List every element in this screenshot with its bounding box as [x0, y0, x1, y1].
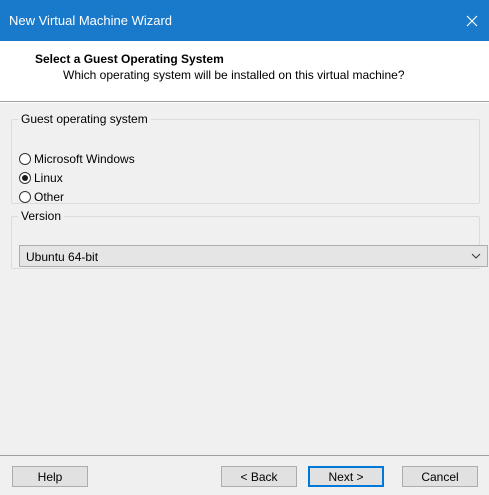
version-dropdown[interactable]: Ubuntu 64-bit: [19, 245, 488, 267]
wizard-footer: Help < Back Next > Cancel: [0, 456, 489, 495]
page-subtitle: Which operating system will be installed…: [63, 68, 405, 82]
radio-other[interactable]: Other: [19, 189, 64, 205]
radio-label: Microsoft Windows: [34, 152, 135, 166]
wizard-content: Guest operating system Microsoft Windows…: [0, 103, 489, 455]
guest-os-group: Guest operating system Microsoft Windows…: [11, 112, 480, 204]
version-group: Version Ubuntu 64-bit: [11, 209, 488, 269]
window-title: New Virtual Machine Wizard: [9, 13, 173, 28]
radio-label: Linux: [34, 171, 63, 185]
cancel-button[interactable]: Cancel: [402, 466, 478, 487]
back-button[interactable]: < Back: [221, 466, 297, 487]
radio-button-selected[interactable]: [19, 172, 31, 184]
radio-button[interactable]: [19, 191, 31, 203]
radio-label: Other: [34, 190, 65, 204]
close-button[interactable]: [455, 0, 489, 41]
wizard-header: Select a Guest Operating System Which op…: [0, 41, 489, 101]
page-title: Select a Guest Operating System: [35, 52, 224, 66]
next-button[interactable]: Next >: [308, 466, 384, 487]
guest-os-legend: Guest operating system: [21, 112, 148, 126]
version-legend: Version: [21, 209, 62, 223]
close-icon: [466, 15, 478, 26]
help-button[interactable]: Help: [12, 466, 88, 487]
radio-microsoft-windows[interactable]: Microsoft Windows: [19, 151, 135, 167]
title-bar: New Virtual Machine Wizard: [0, 0, 489, 41]
radio-linux[interactable]: Linux: [19, 170, 63, 186]
version-selected-value: Ubuntu 64-bit: [26, 250, 99, 264]
radio-button[interactable]: [19, 153, 31, 165]
chevron-down-icon: [471, 253, 481, 259]
